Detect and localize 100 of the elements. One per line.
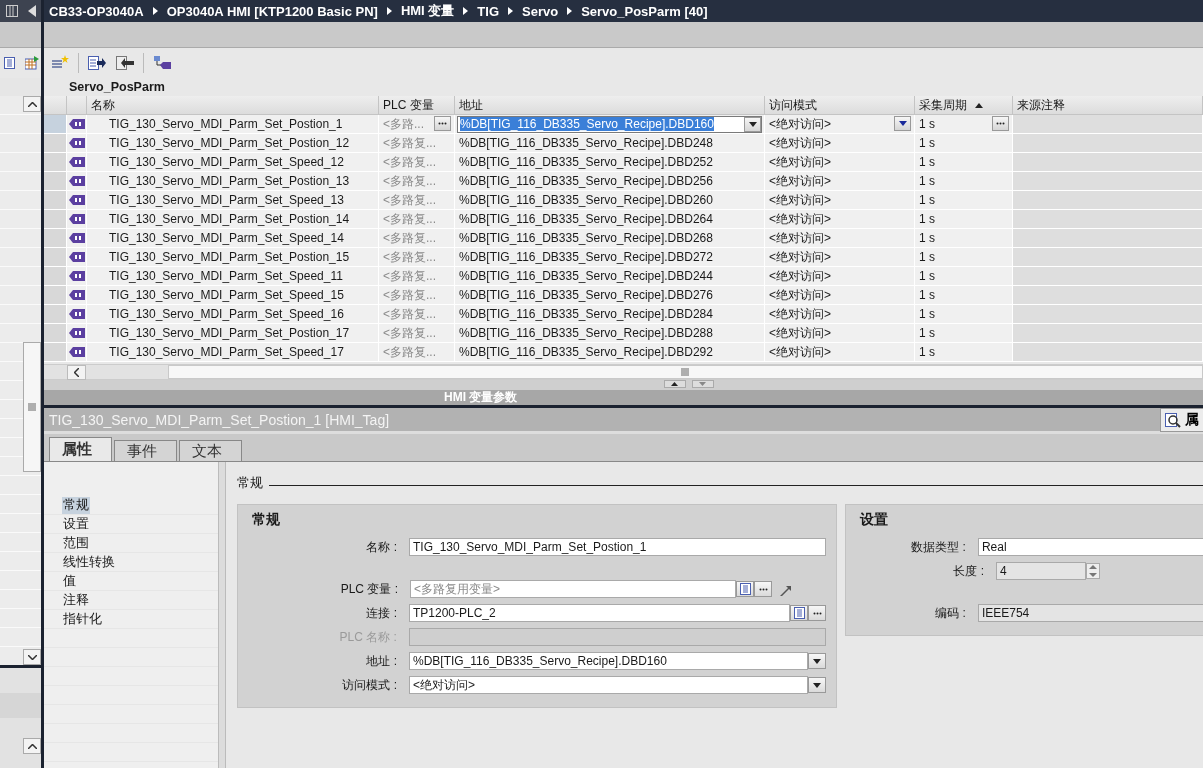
table-cell: %DB[TIG_116_DB335_Servo_Recipe].DBD268 — [459, 231, 713, 245]
section-title: HMI 变量参数 — [44, 390, 1203, 408]
column-header[interactable]: 访问模式 — [765, 96, 915, 114]
table-row[interactable]: TIG_130_Servo_MDI_Parm_Set_Postion_12 <多路复... %DB[TIG_116_DB335_Servo_Recipe].DBD248 <绝对访问> 1 s — [44, 134, 1203, 153]
export-icon — [88, 56, 106, 70]
dropdown-field[interactable]: <绝对访问> — [408, 676, 808, 694]
nav-item[interactable]: 线性转换 — [62, 553, 116, 571]
tab[interactable]: 事件 — [114, 440, 177, 461]
tab[interactable]: 文本 — [179, 440, 242, 461]
table-cell: <多路复... — [383, 305, 436, 323]
sort-ascending-icon — [975, 102, 983, 108]
nav-item[interactable]: 范围 — [62, 534, 90, 552]
nav-item[interactable]: 指针化 — [62, 610, 103, 628]
breadcrumb-item[interactable]: TIG — [477, 3, 499, 19]
dropdown-button[interactable] — [808, 653, 826, 669]
scroll-up-button[interactable] — [23, 96, 41, 112]
dropdown-button[interactable] — [894, 116, 911, 131]
table-cell: <绝对访问> — [769, 134, 831, 152]
table-row[interactable]: TIG_130_Servo_MDI_Parm_Set_Speed_14 <多路复... %DB[TIG_116_DB335_Servo_Recipe].DBD268 <绝对访问> 1 s — [44, 229, 1203, 248]
address-dropdown[interactable]: %DB[TIG_116_DB335_Servo_Recipe].DBD160 — [457, 115, 762, 133]
breadcrumb-item[interactable]: Servo — [522, 3, 559, 19]
tab[interactable]: 属性 — [49, 437, 112, 461]
scroll-thumb[interactable] — [23, 342, 41, 472]
table-export-button[interactable] — [22, 53, 41, 73]
dropdown-field[interactable]: %DB[TIG_116_DB335_Servo_Recipe].DBD160 — [408, 652, 808, 670]
table-row[interactable]: TIG_130_Servo_MDI_Parm_Set_Postion_1 <多路... %DB[TIG_116_DB335_Servo_Recipe].DBD160 <绝对访问> 1 s — [44, 115, 1203, 134]
scroll-up-button[interactable] — [23, 738, 41, 754]
tag-icon — [69, 271, 85, 281]
table-row[interactable]: TIG_130_Servo_MDI_Parm_Set_Speed_11 <多路复... %DB[TIG_116_DB335_Servo_Recipe].DBD244 <绝对访问> 1 s — [44, 267, 1203, 286]
column-header[interactable]: 来源注释 — [1013, 96, 1203, 114]
field-label: 连接 : — [365, 604, 398, 622]
chevron-right-icon — [152, 7, 158, 15]
table-row[interactable]: TIG_130_Servo_MDI_Parm_Set_Speed_16 <多路复... %DB[TIG_116_DB335_Servo_Recipe].DBD284 <绝对访问> 1 s — [44, 305, 1203, 324]
field-label: 编码 : — [934, 604, 967, 622]
panel-title: 设置 — [860, 511, 889, 529]
table-cell: <绝对访问> — [769, 286, 831, 304]
breadcrumb-item[interactable]: Servo_PosParm [40] — [581, 3, 708, 19]
input-field[interactable]: TP1200-PLC_2 — [408, 604, 790, 622]
input-field[interactable]: IEEE754 — [977, 604, 1203, 622]
nav-item[interactable]: 设置 — [62, 515, 90, 533]
editor-title: Servo_PosParm — [68, 79, 166, 96]
table-cell: TIG_130_Servo_MDI_Parm_Set_Postion_13 — [109, 174, 350, 188]
input-field[interactable]: <多路复用变量> — [410, 580, 736, 598]
table-cell: %DB[TIG_116_DB335_Servo_Recipe].DBD244 — [459, 269, 713, 283]
table-cell: <绝对访问> — [769, 172, 831, 190]
chevron-left-icon — [73, 368, 79, 377]
table-row[interactable]: TIG_130_Servo_MDI_Parm_Set_Speed_15 <多路复... %DB[TIG_116_DB335_Servo_Recipe].DBD276 <绝对访问> 1 s — [44, 286, 1203, 305]
column-header[interactable]: 名称 — [87, 96, 379, 114]
list-button[interactable] — [736, 581, 754, 597]
browse-button[interactable] — [754, 581, 772, 597]
input-field[interactable]: TIG_130_Servo_MDI_Parm_Set_Postion_1 — [408, 538, 826, 556]
table-row[interactable]: TIG_130_Servo_MDI_Parm_Set_Postion_15 <多路复... %DB[TIG_116_DB335_Servo_Recipe].DBD272 <绝对访问> 1 s — [44, 248, 1203, 267]
chevron-up-icon — [27, 101, 37, 107]
tag-icon — [69, 195, 85, 205]
list-icon — [739, 583, 751, 595]
grip-icon — [28, 403, 36, 411]
input-field[interactable]: Real — [977, 538, 1203, 556]
browse-button[interactable] — [434, 116, 451, 131]
table-cell: TIG_130_Servo_MDI_Parm_Set_Speed_15 — [109, 288, 344, 302]
table-cell: %DB[TIG_116_DB335_Servo_Recipe].DBD264 — [459, 212, 713, 226]
field-label: 访问模式 : — [341, 676, 398, 694]
breadcrumb-item[interactable]: CB33-OP3040A — [49, 3, 144, 19]
inspector-title: TIG_130_Servo_MDI_Parm_Set_Postion_1 [HMI_Tag] — [49, 411, 390, 428]
breadcrumb-item[interactable]: HMI 变量 — [400, 2, 455, 20]
column-header[interactable]: 采集周期 — [915, 96, 1013, 114]
table-row[interactable]: TIG_130_Servo_MDI_Parm_Set_Speed_17 <多路复... %DB[TIG_116_DB335_Servo_Recipe].DBD292 <绝对访问> 1 s — [44, 343, 1203, 362]
browse-button[interactable] — [808, 605, 826, 621]
column-header[interactable]: 地址 — [455, 96, 765, 114]
nav-item[interactable]: 值 — [62, 572, 77, 590]
spin-field[interactable]: 4 — [996, 562, 1086, 580]
table-cell: <多路复... — [383, 286, 436, 304]
table-row[interactable]: TIG_130_Servo_MDI_Parm_Set_Speed_12 <多路复... %DB[TIG_116_DB335_Servo_Recipe].DBD252 <绝对访问> 1 s — [44, 153, 1203, 172]
table-cell: <绝对访问> — [769, 324, 831, 342]
collapse-up-button[interactable] — [663, 380, 686, 388]
import-button[interactable] — [115, 53, 135, 73]
table-row[interactable]: TIG_130_Servo_MDI_Parm_Set_Postion_14 <多路复... %DB[TIG_116_DB335_Servo_Recipe].DBD264 <绝对访问> 1 s — [44, 210, 1203, 229]
table-row[interactable]: TIG_130_Servo_MDI_Parm_Set_Postion_13 <多路复... %DB[TIG_116_DB335_Servo_Recipe].DBD256 <绝对访问> 1 s — [44, 172, 1203, 191]
properties-tab[interactable]: 属 — [1160, 407, 1203, 432]
nav-item[interactable]: 常规 — [62, 496, 90, 514]
scroll-thumb[interactable] — [167, 365, 1203, 379]
breadcrumb-item[interactable]: OP3040A HMI [KTP1200 Basic PN] — [166, 3, 378, 19]
collapse-down-button[interactable] — [691, 380, 714, 388]
table-cell: <多路复... — [383, 191, 436, 209]
back-arrow-icon[interactable] — [28, 5, 36, 17]
column-header[interactable]: PLC 变量 — [379, 96, 455, 114]
nav-item[interactable]: 注释 — [62, 591, 90, 609]
table-cell: %DB[TIG_116_DB335_Servo_Recipe].DBD252 — [459, 155, 713, 169]
magnifier-icon — [1165, 411, 1181, 428]
export-button[interactable] — [87, 53, 107, 73]
scroll-left-button[interactable] — [67, 365, 86, 380]
list-button[interactable] — [790, 605, 808, 621]
browse-button[interactable] — [992, 116, 1009, 131]
table-row[interactable]: TIG_130_Servo_MDI_Parm_Set_Speed_13 <多路复... %DB[TIG_116_DB335_Servo_Recipe].DBD260 <绝对访问> 1 s — [44, 191, 1203, 210]
table-row[interactable]: TIG_130_Servo_MDI_Parm_Set_Postion_17 <多路复... %DB[TIG_116_DB335_Servo_Recipe].DBD288 <绝对访问> 1 s — [44, 324, 1203, 343]
header-bar — [0, 22, 41, 48]
table-cell: 1 s — [919, 250, 935, 264]
dropdown-button[interactable] — [808, 677, 826, 693]
scroll-down-button[interactable] — [23, 649, 41, 665]
caret-icon — [813, 682, 821, 688]
panel-toggle-icon[interactable] — [6, 5, 18, 17]
